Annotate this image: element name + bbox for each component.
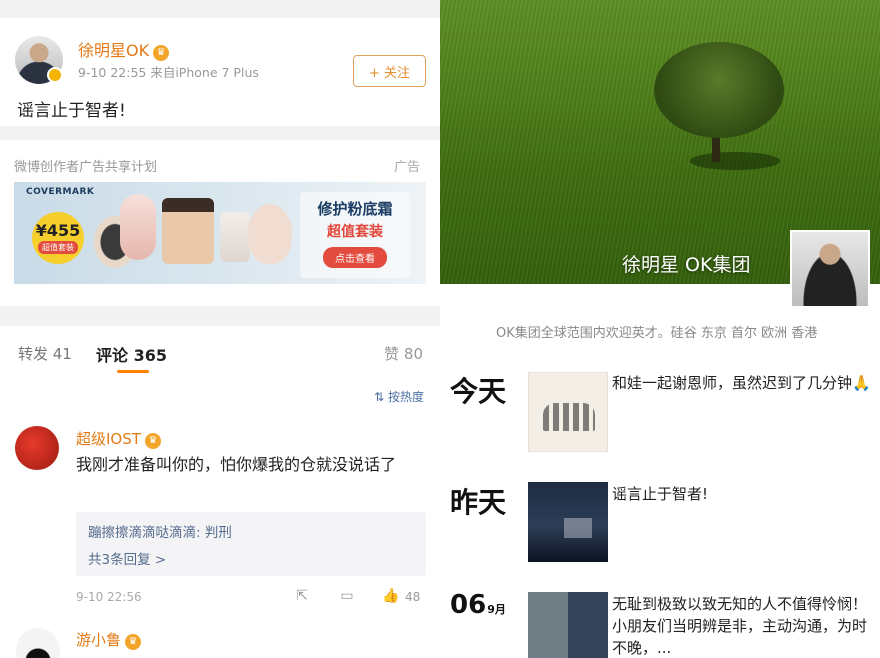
crown-icon: ♛ bbox=[153, 45, 170, 61]
timeline-day-number: 06 bbox=[450, 590, 487, 620]
interaction-tabs: 转发 41 评论 365 赞 80 bbox=[0, 326, 440, 382]
tab-repost[interactable]: 转发 41 bbox=[18, 343, 72, 364]
product-box-image bbox=[220, 212, 250, 262]
timeline-entry-text[interactable]: 无耻到极致以致无知的人不值得怜悯！小朋友们当明辨是非，主动沟通，为时不晚，... bbox=[612, 593, 872, 658]
profile-bio: OK集团全球范围内欢迎英才。硅谷 东京 首尔 欧洲 香港 bbox=[496, 326, 818, 341]
post-card: 徐明星OK ♛ 9-10 22:55 来自iPhone 7 Plus + 关注 谣… bbox=[0, 18, 440, 126]
tree-canopy bbox=[654, 42, 784, 138]
tab-likes[interactable]: 赞 80 bbox=[384, 343, 423, 364]
comment-like-count: 48 bbox=[405, 590, 421, 604]
ad-tag[interactable]: 广告 bbox=[394, 156, 420, 175]
comments-section: 转发 41 评论 365 赞 80 ⇅ 按热度 超级IOST ♛ 我刚才准备叫你的… bbox=[0, 326, 440, 658]
tab-comments[interactable]: 评论 365 bbox=[96, 342, 167, 366]
profile-page: 徐明星 OK集团 OK集团全球范围内欢迎英才。硅谷 东京 首尔 欧洲 香港 今天… bbox=[440, 0, 880, 658]
comment-author-text: 超级IOST bbox=[76, 430, 141, 448]
ad-subheadline: 超值套装 bbox=[327, 224, 383, 240]
ad-cta-button[interactable]: 点击查看 bbox=[323, 247, 387, 268]
crown-icon: ♛ bbox=[125, 634, 142, 650]
comment-avatar[interactable] bbox=[16, 628, 60, 658]
comment-author-text: 游小鲁 bbox=[76, 631, 122, 649]
price-value: ¥455 bbox=[35, 221, 81, 240]
ad-headline-box: 修护粉底霜 超值套装 点击查看 bbox=[300, 192, 410, 278]
profile-name: 徐明星 OK集团 bbox=[622, 254, 751, 276]
timeline-month: 9月 bbox=[487, 603, 506, 616]
ad-brand: COVERMARK bbox=[26, 187, 95, 197]
reply-icon[interactable]: ▭ bbox=[337, 588, 357, 604]
ad-headline: 修护粉底霜 bbox=[317, 200, 393, 218]
timeline-entry-text[interactable]: 和娃一起谢恩师，虽然迟到了几分钟🙏 bbox=[612, 372, 872, 394]
price-tag: 超值套装 bbox=[38, 241, 78, 254]
thumbnail-detail bbox=[564, 518, 592, 538]
weibo-post-detail: 徐明星OK ♛ 9-10 22:55 来自iPhone 7 Plus + 关注 谣… bbox=[0, 0, 440, 658]
author-name[interactable]: 徐明星OK ♛ bbox=[78, 37, 170, 61]
sort-label: 按热度 bbox=[387, 390, 424, 404]
reply-preview: 蹦擦擦滴滴哒滴滴: 判刑 bbox=[88, 525, 232, 541]
comment-text: 我刚才准备叫你的，怕你爆我的仓就没说话了 bbox=[76, 455, 397, 474]
comment-avatar[interactable] bbox=[15, 426, 59, 470]
product-sponge-image bbox=[248, 204, 292, 264]
thumbs-up-icon[interactable]: 👍 bbox=[381, 588, 401, 604]
profile-avatar[interactable] bbox=[790, 230, 870, 308]
sort-toggle[interactable]: ⇅ 按热度 bbox=[374, 388, 424, 405]
timeline-entry-text[interactable]: 谣言止于智者! bbox=[612, 483, 872, 505]
timeline-day-date: 069月 bbox=[450, 590, 506, 620]
product-jar-image bbox=[162, 198, 214, 264]
ad-card: 微博创作者广告共享计划 广告 COVERMARK ¥455 超值套装 修护粉底霜… bbox=[0, 140, 440, 306]
product-tube-image bbox=[120, 194, 156, 260]
author-name-text: 徐明星OK bbox=[78, 41, 150, 60]
reply-preview-box[interactable]: 蹦擦擦滴滴哒滴滴: 判刑 共3条回复 > bbox=[76, 512, 426, 576]
comment-time: 9-10 22:56 bbox=[76, 590, 142, 604]
thumbnail-detail bbox=[543, 403, 595, 431]
follow-button[interactable]: + 关注 bbox=[353, 55, 426, 87]
ad-banner[interactable]: COVERMARK ¥455 超值套装 修护粉底霜 超值套装 点击查看 bbox=[14, 182, 426, 284]
timeline-thumbnail[interactable] bbox=[528, 482, 608, 562]
sort-icon: ⇅ bbox=[374, 390, 388, 404]
comment-author[interactable]: 游小鲁 ♛ bbox=[76, 629, 142, 650]
ad-program-label: 微博创作者广告共享计划 bbox=[14, 160, 158, 175]
post-text: 谣言止于智者! bbox=[17, 101, 126, 121]
timeline-thumbnail[interactable] bbox=[528, 372, 608, 452]
verified-badge-icon bbox=[47, 67, 63, 83]
timeline-day-yesterday: 昨天 bbox=[450, 486, 507, 519]
price-badge: ¥455 超值套装 bbox=[32, 212, 84, 264]
active-tab-indicator bbox=[117, 370, 149, 373]
reply-count-link[interactable]: 共3条回复 > bbox=[88, 548, 166, 568]
timeline-thumbnail[interactable] bbox=[528, 592, 608, 658]
comment-author[interactable]: 超级IOST ♛ bbox=[76, 428, 161, 449]
timeline-day-today: 今天 bbox=[450, 375, 507, 408]
crown-icon: ♛ bbox=[144, 433, 161, 449]
tree-shadow bbox=[690, 152, 780, 170]
share-icon[interactable]: ⇱ bbox=[292, 588, 312, 604]
post-meta: 9-10 22:55 来自iPhone 7 Plus bbox=[78, 65, 259, 80]
